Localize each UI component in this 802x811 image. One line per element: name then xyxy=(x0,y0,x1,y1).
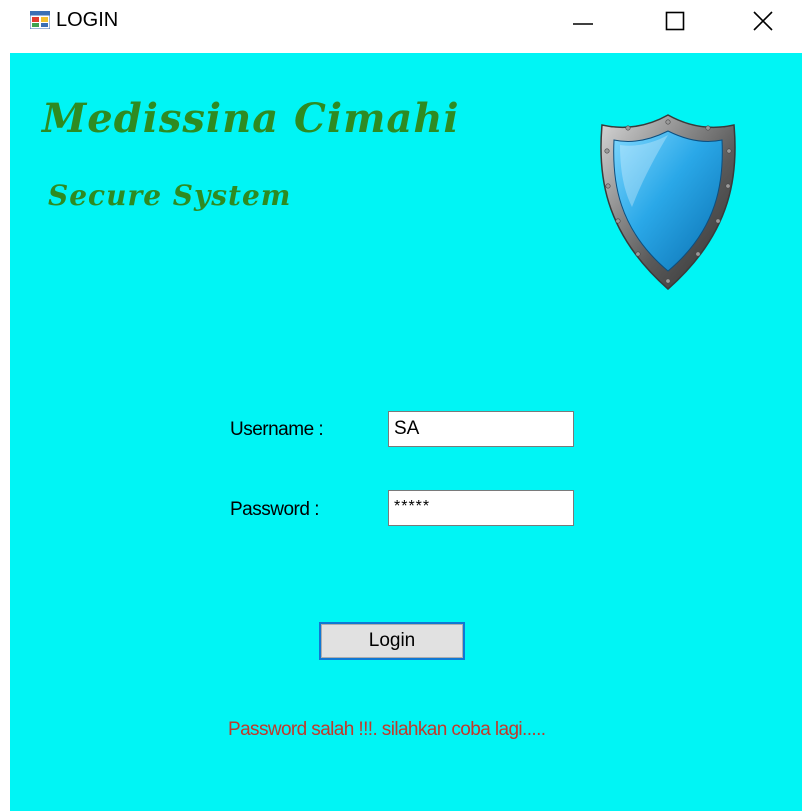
login-form-panel: Medissina Cimahi Secure System Username … xyxy=(10,53,802,811)
login-window: LOGIN Medissina Cimahi Secure System Use… xyxy=(0,0,802,811)
close-button[interactable] xyxy=(732,0,794,42)
maximize-button[interactable] xyxy=(644,0,706,42)
brand-title: Medissina Cimahi xyxy=(42,95,460,142)
close-icon xyxy=(753,11,773,31)
app-window-icon xyxy=(30,11,50,29)
password-input[interactable] xyxy=(388,490,574,526)
brand-subtitle: Secure System xyxy=(48,179,292,212)
minimize-button[interactable] xyxy=(552,0,614,42)
login-button[interactable]: Login xyxy=(319,622,465,660)
maximize-icon xyxy=(665,11,685,31)
error-message: Password salah !!!. silahkan coba lagi..… xyxy=(228,719,546,740)
minimize-icon xyxy=(573,23,593,25)
window-title: LOGIN xyxy=(56,9,119,31)
title-bar[interactable]: LOGIN xyxy=(0,0,802,42)
username-input[interactable] xyxy=(388,411,574,447)
password-label: Password : xyxy=(230,499,319,520)
shield-icon xyxy=(600,114,736,290)
username-label: Username : xyxy=(230,419,324,440)
